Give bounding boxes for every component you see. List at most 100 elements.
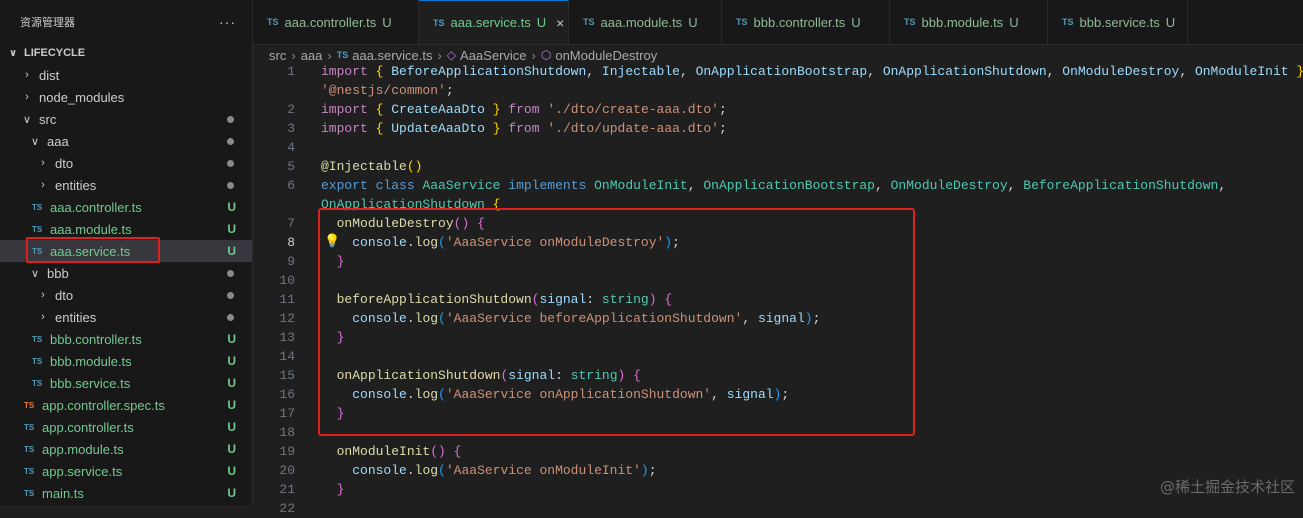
folder-item[interactable]: › dto	[0, 152, 252, 174]
tree-item-label: dto	[55, 155, 74, 171]
selected-file-annotation	[26, 237, 160, 263]
tab-label: aaa.module.ts	[600, 14, 683, 30]
line-number: 13	[279, 330, 295, 345]
typescript-file-icon: TS	[267, 17, 279, 27]
tree-item-label: aaa	[47, 133, 69, 149]
code-line[interactable]: 5 @Injectable()	[253, 157, 1303, 176]
untracked-status-badge: U	[227, 354, 236, 368]
tree-item-label: bbb	[47, 265, 69, 281]
editor-tabs: TS aaa.controller.ts U TS aaa.service.ts U × TS…	[253, 0, 1303, 45]
editor-tab[interactable]: TS bbb.controller.ts U	[722, 0, 890, 44]
code-line[interactable]: '@nestjs/common';	[253, 81, 1303, 100]
tree-item-label: entities	[55, 177, 97, 193]
untracked-status-badge: U	[227, 244, 236, 258]
chevron-right-icon: ›	[291, 47, 296, 63]
code-line[interactable]: 22	[253, 499, 1303, 518]
workspace-section-header[interactable]: ∨ LIFECYCLE	[0, 42, 252, 64]
chevron-right-icon: ›	[41, 157, 45, 169]
code-text: import { UpdateAaaDto } from './dto/upda…	[321, 121, 727, 136]
file-item[interactable]: TS app.module.ts U	[0, 438, 252, 460]
editor-tab[interactable]: TS bbb.service.ts U	[1048, 0, 1188, 44]
untracked-status-badge: U	[227, 376, 236, 390]
file-item[interactable]: TS bbb.controller.ts U	[0, 328, 252, 350]
breadcrumb-item[interactable]: aaa.service.ts	[352, 48, 432, 63]
untracked-status-badge: U	[227, 332, 236, 346]
line-number: 7	[287, 216, 295, 231]
folder-item[interactable]: ∨ aaa	[0, 130, 252, 152]
typescript-file-icon: TS	[736, 17, 748, 27]
tab-label: aaa.service.ts	[450, 15, 531, 30]
typescript-file-icon: TS	[1062, 17, 1074, 27]
code-line[interactable]: 20 console.log('AaaService onModuleInit'…	[253, 461, 1303, 480]
line-number: 3	[287, 121, 295, 136]
line-number: 20	[279, 463, 295, 478]
code-line[interactable]: 4	[253, 138, 1303, 157]
tab-label: bbb.controller.ts	[753, 14, 846, 30]
lifecycle-hooks-annotation	[318, 208, 915, 436]
breadcrumb-item[interactable]: aaa	[301, 48, 323, 63]
tree-item-label: main.ts	[42, 485, 84, 501]
more-actions-icon[interactable]: ···	[219, 14, 236, 30]
line-number: 6	[287, 178, 295, 193]
file-item[interactable]: TS aaa.controller.ts U	[0, 196, 252, 218]
chevron-right-icon: ›	[25, 91, 29, 103]
file-item[interactable]: TS bbb.service.ts U	[0, 372, 252, 394]
line-number: 4	[287, 140, 295, 155]
method-symbol-icon: ⬡	[540, 48, 552, 62]
chevron-right-icon: ›	[25, 69, 29, 81]
breadcrumb-item[interactable]: onModuleDestroy	[555, 48, 657, 63]
tab-label: aaa.controller.ts	[284, 14, 377, 30]
code-text: @Injectable()	[321, 159, 423, 174]
code-text: export class AaaService implements OnMod…	[321, 178, 1227, 193]
tree-item-label: bbb.module.ts	[50, 353, 132, 369]
modified-dot-icon	[227, 314, 234, 321]
typescript-file-icon: TS	[32, 378, 43, 388]
code-text: import { BeforeApplicationShutdown, Inje…	[321, 64, 1303, 79]
file-item[interactable]: TS app.service.ts U	[0, 460, 252, 482]
file-item[interactable]: TS bbb.module.ts U	[0, 350, 252, 372]
folder-item[interactable]: › dist	[0, 64, 252, 86]
code-line[interactable]: 1 import { BeforeApplicationShutdown, Inj…	[253, 62, 1303, 81]
code-line[interactable]: 6 export class AaaService implements OnMo…	[253, 176, 1303, 195]
typescript-file-icon: TS	[433, 17, 445, 28]
tab-status: U	[1009, 14, 1019, 30]
folder-item[interactable]: › node_modules	[0, 86, 252, 108]
file-item[interactable]: TS app.controller.spec.ts U	[0, 394, 252, 416]
file-item[interactable]: TS app.controller.ts U	[0, 416, 252, 438]
breadcrumb-item[interactable]: src	[269, 48, 286, 63]
chevron-right-icon: ›	[437, 47, 442, 63]
line-number: 5	[287, 159, 295, 174]
code-line[interactable]: 19 onModuleInit() {	[253, 442, 1303, 461]
editor-tab[interactable]: TS bbb.module.ts U	[890, 0, 1048, 44]
code-line[interactable]: 2 import { CreateAaaDto } from './dto/cre…	[253, 100, 1303, 119]
tab-status: U	[851, 14, 861, 30]
typescript-file-icon: TS	[32, 224, 43, 234]
line-number: 14	[279, 349, 295, 364]
lightbulb-icon[interactable]: 💡	[324, 233, 340, 249]
line-number: 11	[279, 292, 295, 307]
folder-item[interactable]: ∨ src	[0, 108, 252, 130]
close-icon[interactable]: ×	[556, 15, 564, 31]
editor-tab[interactable]: TS aaa.module.ts U	[569, 0, 722, 44]
folder-item[interactable]: › dto	[0, 284, 252, 306]
breadcrumb-item[interactable]: AaaService	[460, 48, 526, 63]
untracked-status-badge: U	[227, 442, 236, 456]
tree-item-label: dto	[55, 287, 74, 303]
tab-label: bbb.module.ts	[921, 14, 1004, 30]
code-line[interactable]: 3 import { UpdateAaaDto } from './dto/upd…	[253, 119, 1303, 138]
editor-tab[interactable]: TS aaa.service.ts U ×	[419, 0, 569, 44]
line-number: 15	[279, 368, 295, 383]
tree-item-label: app.module.ts	[42, 441, 124, 457]
chevron-right-icon: ›	[41, 179, 45, 191]
typescript-file-icon: TS	[24, 488, 35, 498]
code-line[interactable]: 21 }	[253, 480, 1303, 499]
tree-item-label: bbb.service.ts	[50, 375, 131, 391]
folder-item[interactable]: ∨ bbb	[0, 262, 252, 284]
folder-item[interactable]: › entities	[0, 306, 252, 328]
typescript-file-icon: TS	[24, 444, 35, 454]
line-number: 2	[287, 102, 295, 117]
folder-item[interactable]: › entities	[0, 174, 252, 196]
chevron-right-icon: ›	[41, 311, 45, 323]
editor-tab[interactable]: TS aaa.controller.ts U	[253, 0, 419, 44]
file-item[interactable]: TS main.ts U	[0, 482, 252, 504]
